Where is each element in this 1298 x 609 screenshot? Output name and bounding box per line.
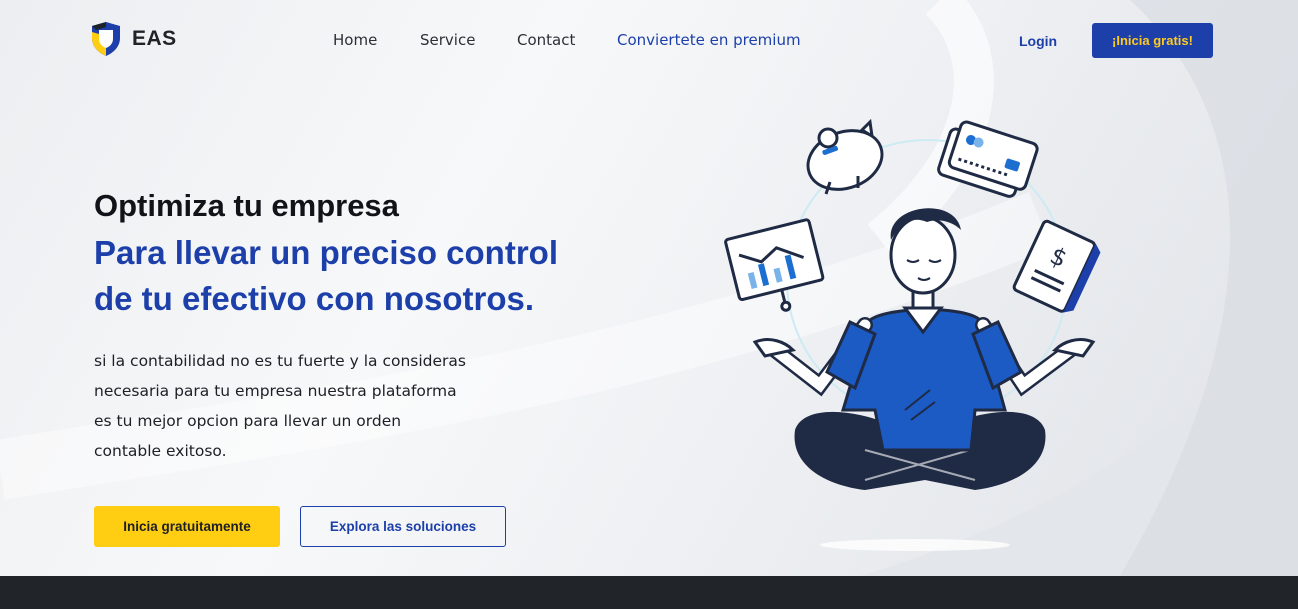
nav-premium[interactable]: Conviertete en premium — [617, 31, 801, 49]
description-line: contable exitoso. — [94, 442, 227, 460]
hero-section: EAS Home Service Contact Conviertete en … — [0, 0, 1298, 576]
subheadline-line-2: de tu efectivo con nosotros. — [94, 280, 535, 317]
description-line: necesaria para tu empresa nuestra plataf… — [94, 382, 457, 400]
subheadline-line-1: Para llevar un preciso control — [94, 234, 558, 271]
logo[interactable]: EAS — [90, 22, 177, 56]
hero-headline: Optimiza tu empresa — [94, 188, 399, 223]
start-free-button[interactable]: ¡Inicia gratis! — [1092, 23, 1213, 58]
hero-subheadline: Para llevar un preciso control de tu efe… — [94, 230, 614, 322]
nav-home[interactable]: Home — [333, 31, 377, 49]
hero-description: si la contabilidad no es tu fuerte y la … — [94, 346, 494, 466]
invoice-icon: $ — [1012, 219, 1101, 313]
piggy-bank-icon — [806, 118, 884, 195]
credit-card-icon — [937, 120, 1039, 198]
nav-contact[interactable]: Contact — [517, 31, 575, 49]
meditation-illustration: $ — [724, 118, 1101, 551]
navbar: EAS Home Service Contact Conviertete en … — [0, 0, 1298, 80]
description-line: es tu mejor opcion para llevar un orden — [94, 412, 402, 430]
login-link[interactable]: Login — [1019, 33, 1057, 49]
footer-bar — [0, 576, 1298, 609]
start-free-primary-button[interactable]: Inicia gratuitamente — [94, 506, 280, 547]
brand-name: EAS — [132, 27, 177, 50]
description-line: si la contabilidad no es tu fuerte y la … — [94, 352, 466, 370]
nav-service[interactable]: Service — [420, 31, 475, 49]
explore-solutions-button[interactable]: Explora las soluciones — [300, 506, 506, 547]
chart-board-icon — [724, 218, 825, 312]
shield-logo-icon — [92, 22, 120, 56]
